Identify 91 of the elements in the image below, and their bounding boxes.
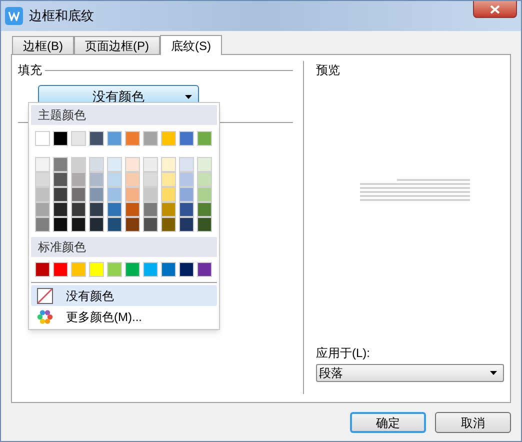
color-swatch[interactable] <box>107 187 122 202</box>
color-swatch[interactable] <box>125 217 140 232</box>
color-swatch[interactable] <box>179 187 194 202</box>
color-wheel-icon <box>37 308 53 324</box>
color-swatch[interactable] <box>143 157 158 172</box>
window-title: 边框和底纹 <box>29 7 94 26</box>
color-swatch[interactable] <box>71 187 86 202</box>
menu-heading: 主题颜色 <box>31 105 217 125</box>
color-swatch[interactable] <box>53 217 68 232</box>
color-swatch[interactable] <box>197 217 212 232</box>
color-swatch[interactable] <box>35 172 50 187</box>
color-swatch[interactable] <box>125 131 140 146</box>
menu-heading: 标准颜色 <box>31 237 217 257</box>
color-swatch[interactable] <box>125 187 140 202</box>
color-swatch[interactable] <box>53 202 68 217</box>
color-swatch[interactable] <box>125 262 140 277</box>
color-swatch[interactable] <box>143 202 158 217</box>
color-swatch[interactable] <box>161 131 176 146</box>
color-swatch[interactable] <box>197 262 212 277</box>
color-swatch[interactable] <box>53 131 68 146</box>
color-swatch[interactable] <box>125 172 140 187</box>
color-swatch[interactable] <box>143 131 158 146</box>
color-swatch[interactable] <box>89 262 104 277</box>
color-swatch[interactable] <box>35 187 50 202</box>
color-swatch[interactable] <box>125 157 140 172</box>
dialog-button[interactable]: 取消 <box>435 412 511 433</box>
color-swatch[interactable] <box>143 217 158 232</box>
color-swatch[interactable] <box>71 131 86 146</box>
color-swatch[interactable] <box>89 131 104 146</box>
color-swatch[interactable] <box>89 217 104 232</box>
apply-to-dropdown[interactable]: 段落 <box>316 364 504 382</box>
color-swatch[interactable] <box>179 217 194 232</box>
color-swatch[interactable] <box>53 172 68 187</box>
color-swatch[interactable] <box>35 262 50 277</box>
color-swatch[interactable] <box>71 172 86 187</box>
color-swatch[interactable] <box>35 157 50 172</box>
close-button[interactable] <box>473 1 517 18</box>
field-label: 应用于(L): <box>316 346 370 360</box>
color-swatch[interactable] <box>161 172 176 187</box>
color-swatch[interactable] <box>35 217 50 232</box>
tab[interactable]: 页面边框(P) <box>74 36 160 54</box>
tab[interactable]: 底纹(S) <box>160 35 222 55</box>
color-swatch[interactable] <box>143 187 158 202</box>
color-swatch[interactable] <box>143 262 158 277</box>
color-swatch[interactable] <box>53 262 68 277</box>
color-swatch[interactable] <box>197 187 212 202</box>
color-swatch[interactable] <box>179 172 194 187</box>
tab[interactable]: 边框(B) <box>12 36 74 54</box>
color-swatch[interactable] <box>197 202 212 217</box>
color-swatch[interactable] <box>35 202 50 217</box>
no-color-icon <box>37 288 53 304</box>
color-swatch[interactable] <box>161 217 176 232</box>
color-swatch[interactable] <box>107 131 122 146</box>
color-swatch[interactable] <box>197 172 212 187</box>
color-swatch[interactable] <box>89 187 104 202</box>
color-swatch[interactable] <box>107 202 122 217</box>
color-swatch[interactable] <box>161 187 176 202</box>
dialog-button[interactable]: 确定 <box>350 412 426 433</box>
color-swatch[interactable] <box>71 217 86 232</box>
color-swatch[interactable] <box>35 131 50 146</box>
section-label: 填充 <box>18 62 42 79</box>
color-swatch[interactable] <box>143 172 158 187</box>
color-swatch[interactable] <box>179 202 194 217</box>
color-swatch[interactable] <box>179 157 194 172</box>
color-swatch[interactable] <box>107 262 122 277</box>
color-swatch[interactable] <box>107 217 122 232</box>
color-swatch[interactable] <box>179 262 194 277</box>
color-swatch[interactable] <box>197 131 212 146</box>
color-swatch[interactable] <box>71 262 86 277</box>
color-swatch[interactable] <box>71 202 86 217</box>
section-label: 预览 <box>316 62 341 79</box>
color-swatch[interactable] <box>71 157 86 172</box>
color-swatch[interactable] <box>161 202 176 217</box>
menu-item[interactable]: 更多颜色(M)... <box>31 306 217 327</box>
color-swatch[interactable] <box>53 157 68 172</box>
color-swatch[interactable] <box>161 157 176 172</box>
menu-item[interactable]: 没有颜色 <box>31 285 217 306</box>
app-logo-icon <box>5 7 23 25</box>
color-swatch[interactable] <box>107 172 122 187</box>
color-swatch[interactable] <box>161 262 176 277</box>
dropdown-arrow-icon <box>185 95 192 99</box>
color-swatch[interactable] <box>89 172 104 187</box>
color-swatch[interactable] <box>107 157 122 172</box>
color-swatch[interactable] <box>53 187 68 202</box>
color-swatch[interactable] <box>179 131 194 146</box>
color-swatch[interactable] <box>125 202 140 217</box>
color-swatch[interactable] <box>89 157 104 172</box>
dropdown-arrow-icon <box>490 371 497 375</box>
color-swatch[interactable] <box>89 202 104 217</box>
color-swatch[interactable] <box>197 157 212 172</box>
close-icon <box>490 4 500 14</box>
